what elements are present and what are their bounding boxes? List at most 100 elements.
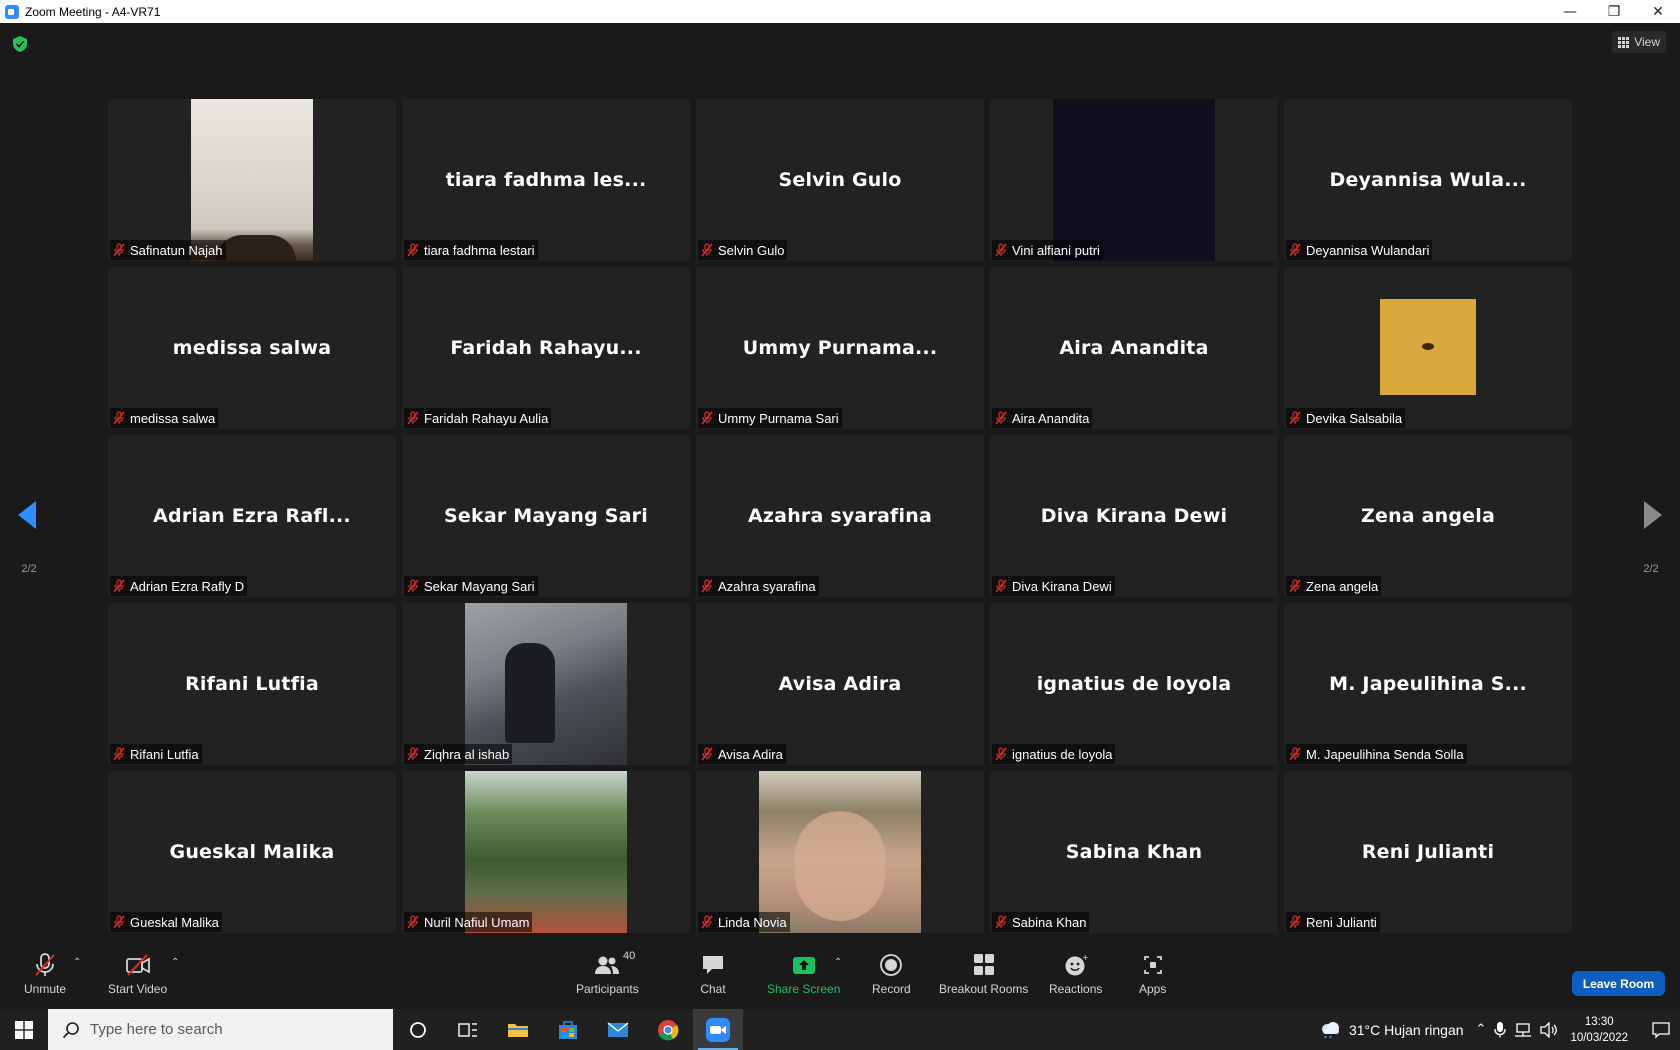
participant-display-name: Faridah Rahayu...	[450, 337, 642, 359]
share-screen-button[interactable]: Share Screen	[767, 953, 840, 996]
participant-tile[interactable]: M. Japeulihina S... M. Japeulihina Senda …	[1284, 603, 1572, 765]
participant-tile[interactable]: Azahra syarafina Azahra syarafina	[696, 435, 984, 597]
participant-tile[interactable]: Avisa Adira Avisa Adira	[696, 603, 984, 765]
muted-mic-icon	[995, 243, 1007, 257]
cortana-circle-icon	[410, 1021, 426, 1038]
mail-button[interactable]	[593, 1009, 643, 1050]
task-view-icon	[458, 1022, 477, 1037]
meeting-area: View 2/2 2/2 Safinatun Najah tiara fadhma…	[0, 23, 1680, 945]
participant-tile[interactable]: Safinatun Najah	[108, 99, 396, 261]
chat-button[interactable]: Chat	[700, 953, 726, 996]
start-video-button[interactable]: Start Video	[108, 953, 167, 996]
svg-text:+: +	[1082, 953, 1089, 962]
audio-options-caret-icon[interactable]: ⌃	[73, 957, 81, 968]
zoom-app-icon	[5, 4, 19, 19]
windows-taskbar: Type here to search 31°C Hujan ringan ⌃ …	[0, 1009, 1680, 1050]
participant-tile[interactable]: ignatius de loyola ignatius de loyola	[990, 603, 1278, 765]
security-shield-icon[interactable]	[13, 36, 27, 52]
participant-name: Zena angela	[1306, 578, 1379, 594]
participant-tile[interactable]: Ziqhra al ishab	[402, 603, 690, 765]
participant-name-label: Vini alfiani putri	[992, 240, 1103, 260]
view-label: View	[1634, 35, 1660, 49]
participant-tile[interactable]: Linda Novia	[696, 771, 984, 933]
microphone-tray-icon[interactable]	[1494, 1021, 1507, 1038]
microsoft-store-button[interactable]	[543, 1009, 593, 1050]
video-options-caret-icon[interactable]: ⌃	[171, 957, 179, 968]
breakout-rooms-button[interactable]: Breakout Rooms	[939, 953, 1028, 996]
participant-tile[interactable]: Nuril Nafiul Umam	[402, 771, 690, 933]
window-titlebar: Zoom Meeting - A4-VR71 — ❐ ✕	[0, 0, 1680, 23]
participant-name-label: medissa salwa	[110, 408, 219, 428]
file-explorer-button[interactable]	[493, 1009, 543, 1050]
weather-widget[interactable]: 31°C Hujan ringan	[1319, 1021, 1464, 1039]
muted-mic-icon	[407, 579, 419, 593]
participant-tile[interactable]: Devika Salsabila	[1284, 267, 1572, 429]
muted-mic-icon	[113, 411, 125, 425]
participant-name-label: Safinatun Najah	[110, 240, 226, 260]
apps-button[interactable]: Apps	[1139, 953, 1166, 996]
participant-tile[interactable]: tiara fadhma les... tiara fadhma lestari	[402, 99, 690, 261]
participant-tile[interactable]: Zena angela Zena angela	[1284, 435, 1572, 597]
record-button[interactable]: Record	[872, 953, 911, 996]
task-view-button[interactable]	[443, 1009, 493, 1050]
participant-tile[interactable]: Vini alfiani putri	[990, 99, 1278, 261]
chrome-icon	[658, 1019, 679, 1040]
show-hidden-icons-chevron-icon[interactable]: ⌃	[1476, 1022, 1487, 1037]
participant-tile[interactable]: Reni Julianti Reni Julianti	[1284, 771, 1572, 933]
view-button[interactable]: View	[1612, 31, 1666, 53]
weather-cloud-rain-icon	[1321, 1021, 1339, 1038]
participant-tile[interactable]: Diva Kirana Dewi Diva Kirana Dewi	[990, 435, 1278, 597]
participant-name: Aira Anandita	[1012, 410, 1090, 426]
participant-name-label: tiara fadhma lestari	[404, 240, 538, 260]
participant-tile[interactable]: medissa salwa medissa salwa	[108, 267, 396, 429]
share-options-caret-icon[interactable]: ⌃	[834, 957, 842, 968]
muted-mic-icon	[407, 915, 419, 929]
muted-mic-icon	[113, 579, 125, 593]
participant-tile[interactable]: Ummy Purnama... Ummy Purnama Sari	[696, 267, 984, 429]
participant-tile[interactable]: Aira Anandita Aira Anandita	[990, 267, 1278, 429]
participant-name: Deyannisa Wulandari	[1306, 242, 1430, 258]
start-button[interactable]	[0, 1009, 48, 1050]
participant-tile[interactable]: Gueskal Malika Gueskal Malika	[108, 771, 396, 933]
volume-icon[interactable]	[1540, 1021, 1558, 1038]
previous-page-arrow-icon[interactable]	[18, 501, 36, 529]
participant-name: Ummy Purnama Sari	[718, 410, 839, 426]
participant-tile[interactable]: Deyannisa Wula... Deyannisa Wulandari	[1284, 99, 1572, 261]
leave-room-button[interactable]: Leave Room	[1572, 971, 1665, 996]
participant-display-name: Adrian Ezra Rafl...	[153, 505, 351, 527]
participant-name: Gueskal Malika	[130, 914, 219, 930]
taskbar-search-input[interactable]: Type here to search	[48, 1009, 393, 1050]
unmute-button[interactable]: Unmute	[24, 953, 66, 996]
taskbar-clock[interactable]: 13:30 10/03/2022	[1570, 1014, 1628, 1046]
participant-tile[interactable]: Selvin Gulo Selvin Gulo	[696, 99, 984, 261]
system-tray: 31°C Hujan ringan ⌃ 13:30 10/03/2022	[1319, 1009, 1680, 1050]
search-icon	[62, 1021, 79, 1038]
participant-tile[interactable]: Faridah Rahayu... Faridah Rahayu Aulia	[402, 267, 690, 429]
participant-tile[interactable]: Adrian Ezra Rafl... Adrian Ezra Rafly D	[108, 435, 396, 597]
participant-tile[interactable]: Sabina Khan Sabina Khan	[990, 771, 1278, 933]
participant-tile[interactable]: Sekar Mayang Sari Sekar Mayang Sari	[402, 435, 690, 597]
restore-button[interactable]: ❐	[1592, 0, 1636, 23]
zoom-taskbar-button[interactable]	[693, 1009, 743, 1050]
close-button[interactable]: ✕	[1636, 0, 1680, 23]
network-icon[interactable]	[1514, 1022, 1532, 1038]
chrome-button[interactable]	[643, 1009, 693, 1050]
chat-label: Chat	[700, 982, 726, 996]
grid-view-icon	[1618, 36, 1630, 48]
reactions-button[interactable]: + Reactions	[1049, 953, 1102, 996]
unmute-label: Unmute	[24, 982, 67, 996]
participant-name-label: Zena angela	[1286, 576, 1382, 596]
cortana-button[interactable]	[393, 1009, 443, 1050]
clock-time: 13:30	[1584, 1015, 1614, 1028]
page-indicator-right: 2/2	[1643, 563, 1659, 575]
muted-mic-icon	[407, 243, 419, 257]
participant-tile[interactable]: Rifani Lutfia Rifani Lutfia	[108, 603, 396, 765]
minimize-button[interactable]: —	[1548, 0, 1592, 23]
next-page-arrow-icon[interactable]	[1644, 501, 1662, 529]
notification-center-button[interactable]	[1642, 1009, 1680, 1050]
participant-display-name: Selvin Gulo	[778, 169, 902, 191]
record-label: Record	[872, 982, 911, 996]
participant-display-name: Zena angela	[1361, 505, 1495, 527]
participants-button[interactable]: 40 Participants	[576, 950, 639, 996]
participant-name: Avisa Adira	[718, 746, 783, 762]
